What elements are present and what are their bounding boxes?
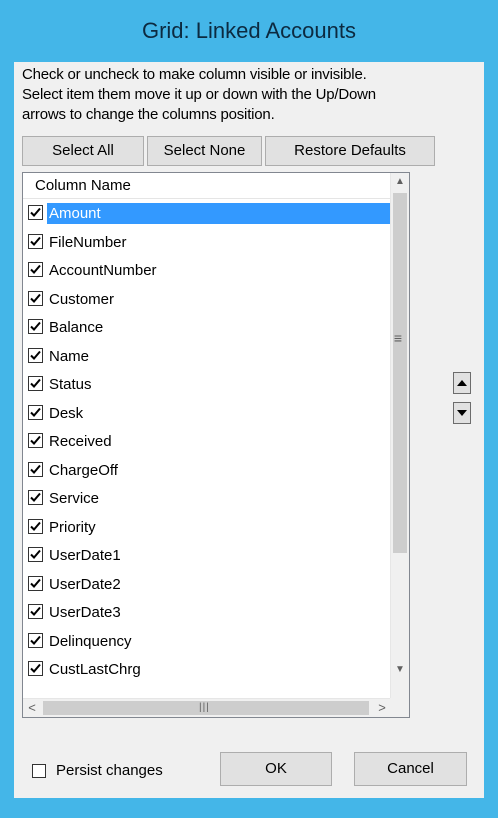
list-item[interactable]: Service — [23, 484, 391, 513]
instruction-line: Select item them move it up or down with… — [22, 86, 376, 103]
instruction-line: Check or uncheck to make column visible … — [22, 66, 367, 83]
list-item-label: Desk — [49, 404, 84, 422]
restore-defaults-button[interactable]: Restore Defaults — [265, 136, 435, 166]
list-item-label: UserDate3 — [49, 604, 121, 621]
checkmark-icon — [30, 492, 41, 502]
column-visible-checkbox[interactable] — [28, 661, 43, 676]
list-item[interactable]: UserDate1 — [23, 541, 391, 570]
list-item-label: FileNumber — [49, 233, 127, 251]
persist-changes-label[interactable]: Persist changes — [56, 762, 163, 779]
cancel-button[interactable]: Cancel — [354, 752, 467, 786]
checkmark-icon — [30, 464, 41, 474]
checkmark-icon — [30, 606, 41, 616]
checkmark-icon — [30, 378, 41, 388]
column-visible-checkbox[interactable] — [28, 233, 43, 249]
list-item-label: Status — [49, 376, 92, 393]
checkmark-icon — [30, 407, 41, 417]
checkmark-icon — [30, 578, 41, 588]
checkmark-icon — [30, 521, 41, 531]
list-item[interactable]: Name — [23, 342, 391, 371]
column-visible-checkbox[interactable] — [28, 461, 43, 477]
list-item-label: Balance — [49, 319, 104, 336]
list-item[interactable]: Priority — [23, 513, 391, 542]
column-visible-checkbox[interactable] — [28, 518, 43, 534]
column-visible-checkbox[interactable] — [28, 575, 43, 591]
list-item-label: Priority — [49, 518, 96, 536]
list-item-label: Service — [49, 490, 100, 507]
list-item-label: Delinquency — [49, 632, 132, 650]
column-visible-checkbox[interactable] — [28, 319, 43, 334]
list-item[interactable]: Desk — [23, 399, 391, 428]
list-item-label: AccountNumber — [49, 262, 157, 279]
column-visible-checkbox[interactable] — [28, 632, 43, 648]
grip-vertical-lines-icon: ||| — [199, 702, 210, 713]
column-name-header[interactable]: Column Name — [23, 173, 391, 199]
column-visible-checkbox[interactable] — [28, 433, 43, 448]
column-list[interactable]: Column Name Amount FileNumber AccountNumbe… — [22, 172, 410, 718]
checkmark-icon — [30, 435, 41, 445]
list-item[interactable]: UserDate2 — [23, 570, 391, 599]
checkmark-icon — [30, 264, 41, 274]
list-item[interactable]: Status — [23, 370, 391, 399]
list-item[interactable]: Balance — [23, 313, 391, 342]
select-none-button[interactable]: Select None — [147, 136, 262, 166]
scroll-right-icon[interactable]: > — [373, 699, 391, 717]
column-visible-checkbox[interactable] — [28, 262, 43, 277]
column-visible-checkbox[interactable] — [28, 376, 43, 391]
column-visible-checkbox[interactable] — [28, 347, 43, 363]
list-item[interactable]: CustLastChrg — [23, 655, 391, 684]
list-item-label: Name — [49, 347, 90, 365]
list-item[interactable]: Customer — [23, 285, 391, 314]
scroll-up-icon[interactable]: ▲ — [391, 173, 409, 191]
dialog-body: Check or uncheck to make column visible … — [14, 62, 484, 798]
vertical-scrollbar[interactable]: ▲ ≡ ▼ — [390, 173, 409, 699]
instructions-text: Check or uncheck to make column visible … — [22, 65, 480, 125]
column-visible-checkbox[interactable] — [28, 490, 43, 505]
list-item-label: ChargeOff — [49, 461, 118, 479]
list-item-label: UserDate2 — [49, 575, 121, 593]
move-down-button[interactable] — [453, 402, 471, 424]
scrollbar-corner — [390, 698, 409, 717]
checkmark-icon — [30, 321, 41, 331]
checkmark-icon — [30, 663, 41, 673]
list-item[interactable]: Amount — [23, 199, 393, 228]
list-item-label: Amount — [47, 203, 393, 224]
scroll-down-icon[interactable]: ▼ — [391, 661, 409, 679]
checkmark-icon — [30, 207, 41, 217]
list-item[interactable]: ChargeOff — [23, 456, 391, 485]
column-visible-checkbox[interactable] — [28, 547, 43, 562]
list-item[interactable]: UserDate3 — [23, 598, 391, 627]
checkmark-icon — [30, 549, 41, 559]
list-item-label: CustLastChrg — [49, 661, 141, 678]
list-item[interactable]: FileNumber — [23, 228, 391, 257]
dialog-window: Grid: Linked Accounts Check or uncheck t… — [0, 0, 498, 818]
list-item-label: Customer — [49, 290, 115, 308]
triangle-up-icon — [457, 380, 467, 386]
list-item[interactable]: Received — [23, 427, 391, 456]
column-visible-checkbox[interactable] — [28, 290, 43, 306]
list-item[interactable]: Delinquency — [23, 627, 391, 656]
column-visible-checkbox[interactable] — [28, 404, 43, 420]
checkmark-icon — [30, 635, 41, 645]
persist-changes-checkbox[interactable] — [32, 764, 46, 778]
checkmark-icon — [30, 293, 41, 303]
list-item-label: Received — [49, 433, 112, 450]
checkmark-icon — [30, 236, 41, 246]
column-visible-checkbox[interactable] — [28, 604, 43, 619]
dialog-title: Grid: Linked Accounts — [141, 18, 356, 43]
ok-button[interactable]: OK — [220, 752, 332, 786]
select-all-button[interactable]: Select All — [22, 136, 144, 166]
list-item[interactable]: AccountNumber — [23, 256, 391, 285]
horizontal-scrollbar[interactable]: < ||| > — [23, 698, 391, 717]
list-item-label: UserDate1 — [49, 547, 121, 564]
column-list-rows: Amount FileNumber AccountNumber Customer Bal… — [23, 199, 393, 684]
move-up-button[interactable] — [453, 372, 471, 394]
checkmark-icon — [30, 350, 41, 360]
instruction-line: arrows to change the columns position. — [22, 106, 275, 123]
grip-lines-icon: ≡ — [393, 330, 403, 346]
column-visible-checkbox[interactable] — [28, 205, 43, 220]
triangle-down-icon — [457, 410, 467, 416]
scroll-left-icon[interactable]: < — [23, 699, 41, 717]
vertical-scroll-thumb[interactable] — [393, 193, 407, 553]
